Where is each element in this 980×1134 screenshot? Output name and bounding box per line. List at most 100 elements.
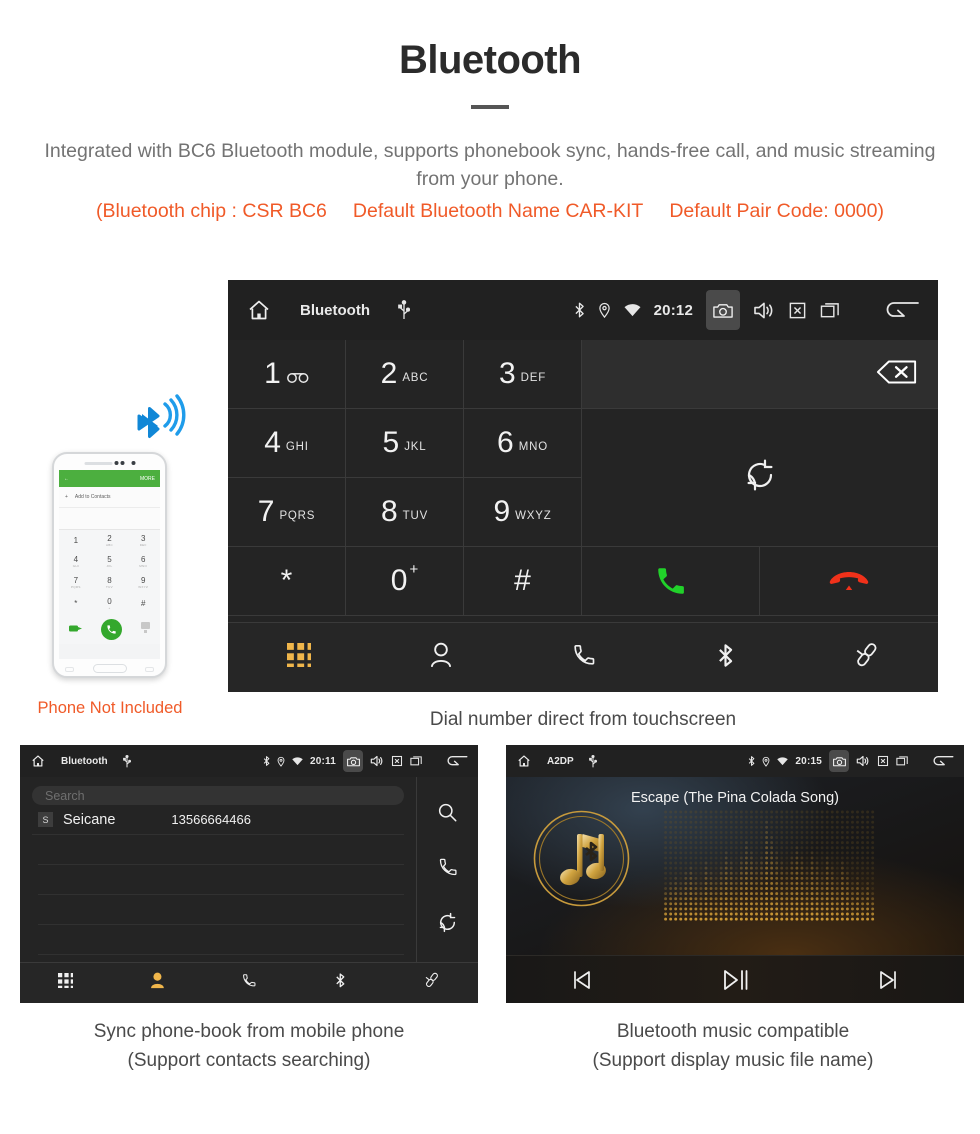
music-status-bar: A2DP 20:15	[506, 745, 964, 777]
sync-icon[interactable]	[743, 458, 777, 497]
bluetooth-icon	[717, 642, 734, 674]
sync-icon[interactable]	[437, 912, 458, 938]
pair-link-icon	[854, 642, 880, 673]
key-plus: +	[409, 561, 419, 578]
tab-keypad[interactable]	[228, 643, 370, 672]
volume-icon[interactable]	[753, 301, 775, 320]
phone-body: ← MORE + Add to Contacts 1 2 ABC 3 DEF 4 GHI 5 J…	[52, 452, 167, 678]
spec-line: (Bluetooth chip : CSR BC6 Default Bluetoo…	[0, 200, 980, 223]
back-icon[interactable]	[884, 299, 920, 321]
next-icon[interactable]	[811, 968, 964, 992]
phone-add-contacts-label: Add to Contacts	[74, 494, 111, 500]
volume-icon[interactable]	[856, 755, 870, 767]
spec-pair-code: Default Pair Code: 0000)	[669, 199, 884, 222]
contact-row[interactable]: S Seicane 13566664466	[32, 805, 404, 835]
key-3[interactable]: 3 DEF	[464, 340, 582, 409]
recents-icon[interactable]	[410, 755, 423, 767]
phone-call-button	[100, 618, 122, 640]
location-icon	[762, 756, 770, 767]
hangup-button[interactable]	[760, 547, 938, 616]
bluetooth-icon	[748, 755, 755, 767]
camera-icon[interactable]	[343, 750, 363, 772]
key-1[interactable]: 1	[228, 340, 346, 409]
tab-contacts[interactable]	[112, 972, 204, 993]
key-star[interactable]: *	[228, 547, 346, 616]
keypad-icon	[58, 973, 76, 993]
phone-menu-key	[65, 667, 74, 672]
call-icon[interactable]	[437, 857, 458, 883]
key-0[interactable]: 0 +	[346, 547, 464, 616]
phonebook-screen: Bluetooth 20:11 Search S Seicane 1356666…	[20, 745, 478, 1003]
phone-key-letters: PQRS	[70, 584, 81, 589]
tab-bluetooth[interactable]	[654, 642, 796, 674]
phone-actions	[59, 614, 160, 644]
recents-icon[interactable]	[820, 301, 841, 320]
phone-key-digit: 5	[107, 554, 112, 564]
tab-call-log[interactable]	[203, 973, 295, 994]
key-digit: *	[280, 564, 293, 597]
volume-icon[interactable]	[370, 755, 384, 767]
play-pause-icon[interactable]	[659, 967, 812, 993]
phone-key-9: 9 WXYZ	[126, 572, 160, 593]
camera-icon[interactable]	[829, 750, 849, 772]
home-icon[interactable]	[30, 754, 46, 768]
track-title: Escape (The Pina Colada Song)	[631, 790, 839, 806]
previous-icon[interactable]	[506, 968, 659, 992]
backspace-icon[interactable]	[876, 359, 918, 390]
phone-key-letters: ABC	[105, 542, 114, 547]
close-icon[interactable]	[788, 301, 807, 320]
phone-key-digit: 7	[73, 575, 79, 585]
music-clock: 20:15	[795, 755, 822, 767]
key-digit: 7	[257, 495, 275, 528]
close-icon[interactable]	[391, 755, 403, 767]
back-icon[interactable]	[446, 754, 468, 768]
key-2[interactable]: 2 ABC	[346, 340, 464, 409]
phone-screen: ← MORE + Add to Contacts 1 2 ABC 3 DEF 4 GHI 5 J…	[59, 470, 160, 659]
home-icon[interactable]	[246, 298, 272, 322]
tab-call-log[interactable]	[512, 643, 654, 673]
key-4[interactable]: 4 GHI	[228, 409, 346, 478]
key-letters: GHI	[285, 440, 309, 453]
phone-key-digit: 8	[107, 575, 112, 585]
music-caption-line1: Bluetooth music compatible	[616, 1021, 850, 1042]
tab-pair-link[interactable]	[386, 972, 478, 993]
tab-bluetooth[interactable]	[295, 972, 387, 994]
voicemail-icon	[286, 370, 309, 388]
tab-pair-link[interactable]	[796, 642, 938, 673]
contact-row-empty	[38, 835, 404, 865]
phone-add-contacts-row: + Add to Contacts	[59, 487, 160, 508]
spec-default-name: Default Bluetooth Name CAR-KIT	[352, 199, 644, 222]
phonebook-caption-line2: (Support contacts searching)	[127, 1049, 371, 1071]
phonebook-clock: 20:11	[309, 755, 336, 767]
key-7[interactable]: 7 PQRS	[228, 478, 346, 547]
recents-icon[interactable]	[896, 755, 909, 767]
dialer-sync-area[interactable]	[582, 409, 938, 547]
search-icon[interactable]	[437, 802, 458, 828]
wifi-icon	[624, 303, 641, 317]
phone-key-digit: 0	[107, 596, 112, 606]
key-digit: 3	[498, 357, 516, 390]
key-6[interactable]: 6 MNO	[464, 409, 582, 478]
call-button[interactable]	[582, 547, 760, 616]
key-letters: PQRS	[279, 509, 316, 522]
music-title: A2DP	[547, 755, 574, 767]
key-8[interactable]: 8 TUV	[346, 478, 464, 547]
tab-contacts[interactable]	[370, 642, 512, 673]
music-caption-line2: (Support display music file name)	[592, 1049, 874, 1071]
close-icon[interactable]	[877, 755, 889, 767]
camera-icon[interactable]	[706, 290, 740, 330]
key-hash[interactable]: #	[464, 547, 582, 616]
back-icon[interactable]	[932, 754, 954, 768]
phone-key-letters: JKL	[106, 563, 113, 568]
number-display-field[interactable]	[582, 340, 938, 409]
key-letters: ABC	[402, 371, 429, 384]
dialer-clock: 20:12	[653, 301, 693, 319]
tab-keypad[interactable]	[20, 973, 112, 993]
key-letters: JKL	[404, 440, 427, 453]
key-letters: MNO	[518, 440, 548, 453]
search-input[interactable]: Search	[32, 786, 404, 805]
home-icon[interactable]	[516, 754, 532, 768]
phone-key-#: #	[126, 593, 160, 614]
key-9[interactable]: 9 WXYZ	[464, 478, 582, 547]
key-5[interactable]: 5 JKL	[346, 409, 464, 478]
